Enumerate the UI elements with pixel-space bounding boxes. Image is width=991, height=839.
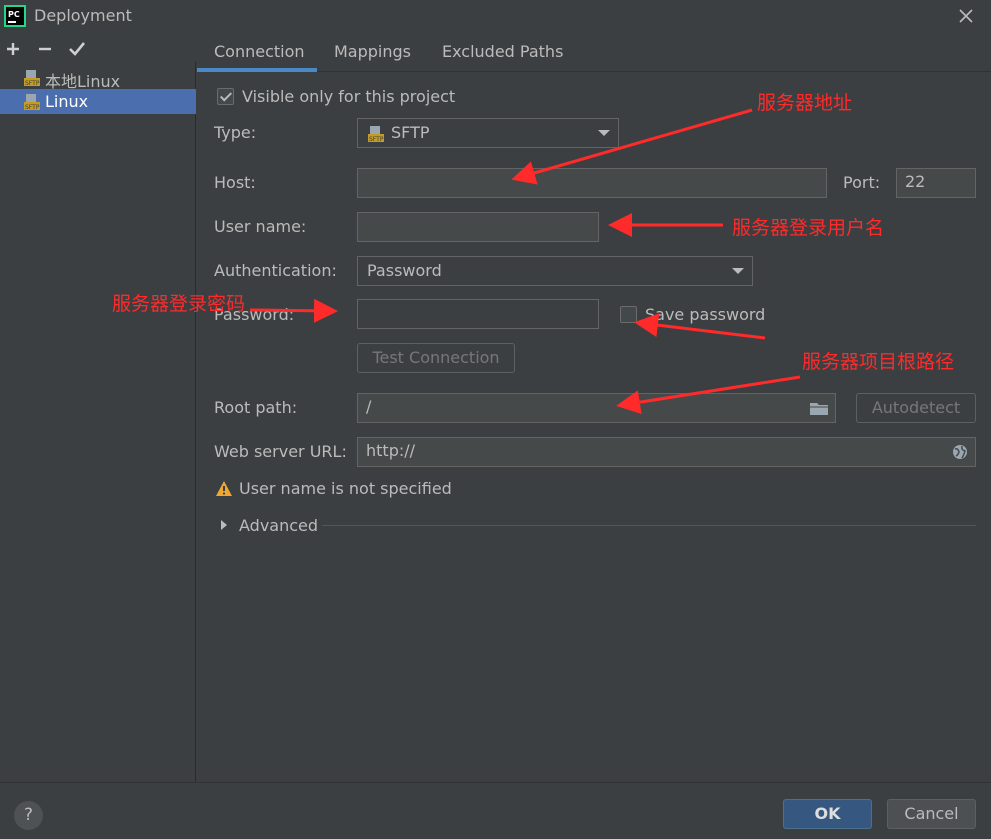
warning-text: User name is not specified [239,479,452,498]
close-icon[interactable] [956,6,976,26]
svg-text:SFTP: SFTP [25,80,40,87]
host-label: Host: [214,173,256,192]
annotation-server-address: 服务器地址 [757,92,853,114]
active-tab-indicator [197,68,317,72]
ok-button[interactable]: OK [783,799,872,829]
chevron-down-icon [598,130,610,136]
server-list: SFTP 本地Linux SFTP Linux [0,62,196,782]
add-icon[interactable] [2,38,24,60]
cancel-button[interactable]: Cancel [887,799,976,829]
svg-text:SFTP: SFTP [369,136,384,143]
root-path-value: / [366,397,372,416]
server-toolbar [0,36,196,62]
visible-only-label: Visible only for this project [242,87,456,106]
authentication-value: Password [367,261,442,280]
visible-only-checkbox[interactable] [217,88,234,105]
web-url-value: http:// [366,441,416,460]
server-label: Linux [45,92,89,111]
sftp-icon: SFTP [368,126,384,143]
password-input[interactable] [357,299,599,329]
web-url-input[interactable]: http:// [357,437,976,467]
tab-excluded-paths[interactable]: Excluded Paths [442,42,563,61]
chevron-right-icon[interactable] [219,519,229,531]
test-connection-button[interactable]: Test Connection [357,343,515,373]
type-dropdown[interactable]: SFTP SFTP [357,118,619,148]
window-title: Deployment [34,6,132,25]
server-item-linux[interactable]: SFTP Linux [0,89,196,114]
type-value: SFTP [391,123,430,142]
server-item-local-linux[interactable]: SFTP 本地Linux [0,65,196,91]
chevron-down-icon [732,268,744,274]
root-path-input[interactable]: / [357,393,836,423]
port-label: Port: [843,173,881,192]
pycharm-logo-icon: PC [4,5,26,27]
svg-text:SFTP: SFTP [25,104,40,111]
help-icon[interactable]: ? [14,801,43,830]
folder-icon[interactable] [809,400,829,416]
tab-connection[interactable]: Connection [214,42,305,61]
tab-bar: Connection Mappings Excluded Paths [197,34,991,72]
web-url-label: Web server URL: [214,442,347,461]
svg-text:PC: PC [8,10,20,19]
advanced-divider [322,525,976,526]
checkmark-icon[interactable] [66,38,88,60]
root-path-label: Root path: [214,398,298,417]
tab-mappings[interactable]: Mappings [334,42,411,61]
warning-icon [216,481,232,496]
host-input[interactable] [357,168,827,198]
port-input[interactable]: 22 [896,168,976,198]
authentication-label: Authentication: [214,261,337,280]
type-label: Type: [214,123,257,142]
annotation-root-path: 服务器项目根路径 [802,351,955,373]
sftp-server-icon: SFTP [24,70,40,87]
username-input[interactable] [357,212,599,242]
save-password-label: Save password [645,305,766,324]
annotation-login-password: 服务器登录密码 [112,293,246,315]
globe-icon[interactable] [952,444,968,460]
save-password-checkbox[interactable] [620,306,637,323]
authentication-dropdown[interactable]: Password [357,256,753,286]
dialog-footer: ? OK Cancel [0,782,991,839]
username-label: User name: [214,217,307,236]
autodetect-button[interactable]: Autodetect [856,393,976,423]
advanced-toggle[interactable]: Advanced [239,516,318,535]
arrow-save-password [634,313,766,340]
annotation-login-user: 服务器登录用户名 [732,217,885,239]
remove-icon[interactable] [34,38,56,60]
title-bar: PC Deployment [0,0,991,34]
sftp-server-icon: SFTP [24,94,40,111]
